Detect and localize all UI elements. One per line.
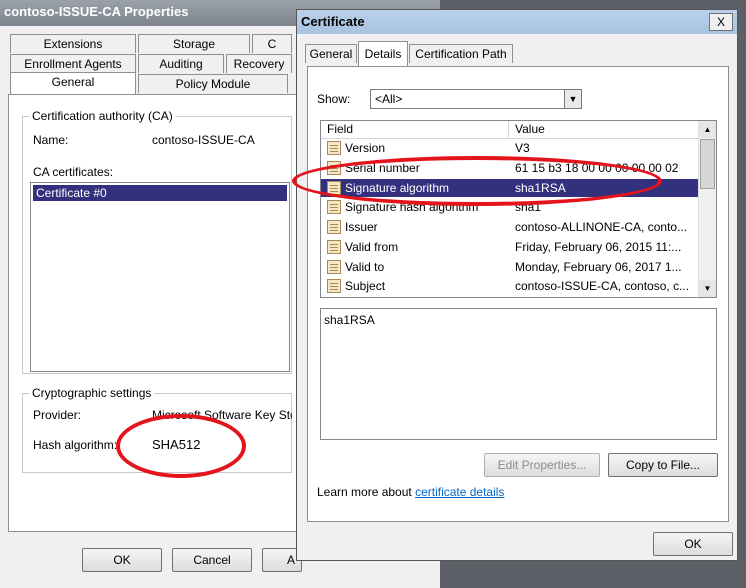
certificate-field-icon xyxy=(327,141,341,155)
field-name: Signature algorithm xyxy=(345,180,450,195)
ca-certificates-list[interactable]: Certificate #0 xyxy=(30,182,290,372)
scroll-up-icon[interactable]: ▲ xyxy=(699,121,716,138)
field-name: Issuer xyxy=(345,220,378,234)
learn-more-prefix: Learn more about xyxy=(317,485,416,499)
chevron-down-icon[interactable]: ▼ xyxy=(564,90,581,108)
scroll-thumb[interactable] xyxy=(700,139,715,189)
table-row[interactable]: Signature hash algorithm sha1 xyxy=(321,198,700,217)
show-label: Show: xyxy=(317,92,351,106)
table-row[interactable]: Serial number 61 15 b3 18 00 00 00 00 00 … xyxy=(321,159,700,178)
field-value: contoso-ALLINONE-CA, conto... xyxy=(515,220,688,234)
certificate-field-icon xyxy=(327,279,341,294)
tab-extensions[interactable]: Extensions xyxy=(10,34,136,53)
tab-certification-path[interactable]: Certification Path xyxy=(409,44,513,63)
show-dropdown[interactable]: <All> ▼ xyxy=(370,89,582,109)
provider-label: Provider: xyxy=(33,408,82,422)
certificate-dialog: Certificate X General Details Certificat… xyxy=(296,9,738,561)
tab-storage[interactable]: Storage xyxy=(138,34,250,53)
tab-recovery[interactable]: Recovery xyxy=(226,54,292,73)
table-row[interactable]: Issuer contoso-ALLINONE-CA, conto... xyxy=(321,218,700,237)
fields-list[interactable]: Field Value Version V3 Serial number 61 15 … xyxy=(320,120,717,298)
table-row[interactable]: Version V3 xyxy=(321,139,700,158)
field-name: Signature hash algorithm xyxy=(345,200,479,215)
rows-container: Version V3 Serial number 61 15 b3 18 00 00 … xyxy=(321,139,700,297)
hash-algorithm-label: Hash algorithm: xyxy=(33,438,118,452)
name-value: contoso-ISSUE-CA xyxy=(152,133,255,147)
field-value: sha1 xyxy=(515,200,542,215)
field-name: Valid from xyxy=(345,239,399,254)
certificate-field-icon xyxy=(327,200,341,215)
certificate-field-icon xyxy=(327,259,341,274)
tab-auditing[interactable]: Auditing xyxy=(138,54,224,73)
certificate-field-icon xyxy=(327,220,341,234)
table-row[interactable]: Valid to Monday, February 06, 2017 1... xyxy=(321,258,700,277)
field-value-box[interactable]: sha1RSA xyxy=(320,308,717,440)
certificate-field-icon xyxy=(327,180,341,195)
list-item[interactable]: Certificate #0 xyxy=(33,185,287,201)
field-name: Valid to xyxy=(345,259,385,274)
details-tab-panel: Show: <All> ▼ Field Value Version V3 Seria… xyxy=(307,66,729,522)
crypto-group-label: Cryptographic settings xyxy=(29,386,155,400)
field-value: Monday, February 06, 2017 1... xyxy=(515,259,682,274)
certificate-field-icon xyxy=(327,160,341,175)
list-header: Field Value xyxy=(321,121,700,139)
field-value: contoso-ISSUE-CA, contoso, c... xyxy=(515,279,690,294)
close-button[interactable]: X xyxy=(709,13,733,31)
tab-policy-module[interactable]: Policy Module xyxy=(138,74,288,93)
tab-general[interactable]: General xyxy=(10,72,136,94)
table-row[interactable]: Subject contoso-ISSUE-CA, contoso, c... xyxy=(321,277,700,296)
ca-certificates-label: CA certificates: xyxy=(33,165,114,179)
ok-button[interactable]: OK xyxy=(82,548,162,572)
field-value: 61 15 b3 18 00 00 00 00 00 02 xyxy=(515,160,679,175)
cancel-button[interactable]: Cancel xyxy=(172,548,252,572)
table-row[interactable]: Valid from Friday, February 06, 2015 11:.… xyxy=(321,238,700,257)
learn-more-text: Learn more about certificate details xyxy=(317,485,504,499)
provider-value: Microsoft Software Key Sto xyxy=(152,408,292,422)
field-value: V3 xyxy=(515,141,530,155)
ca-group-label: Certification authority (CA) xyxy=(29,109,176,123)
certificate-title: Certificate xyxy=(297,10,737,34)
name-label: Name: xyxy=(33,133,69,147)
certificate-details-link[interactable]: certificate details xyxy=(415,485,504,499)
edit-properties-button[interactable]: Edit Properties... xyxy=(484,453,600,477)
hash-algorithm-value: SHA512 xyxy=(152,437,201,452)
field-name: Subject xyxy=(345,279,386,294)
tab-partial-c[interactable]: C xyxy=(252,34,292,53)
field-value: sha1RSA xyxy=(515,180,566,195)
scroll-down-icon[interactable]: ▼ xyxy=(699,280,716,297)
field-value-text: sha1RSA xyxy=(324,313,375,327)
copy-to-file-button[interactable]: Copy to File... xyxy=(608,453,718,477)
vertical-scrollbar[interactable]: ▲ ▼ xyxy=(698,121,716,297)
show-dropdown-value: <All> xyxy=(375,92,403,106)
column-header-field[interactable]: Field xyxy=(321,121,509,138)
column-header-value[interactable]: Value xyxy=(509,121,700,138)
crypto-groupbox xyxy=(22,393,292,473)
tab-enrollment-agents[interactable]: Enrollment Agents xyxy=(10,54,136,73)
ok-button[interactable]: OK xyxy=(653,532,733,556)
field-name: Version xyxy=(345,141,386,155)
field-name: Serial number xyxy=(345,160,420,175)
certificate-field-icon xyxy=(327,239,341,254)
field-value: Friday, February 06, 2015 11:... xyxy=(515,239,682,254)
tab-details[interactable]: Details xyxy=(358,41,408,67)
close-icon: X xyxy=(716,15,725,29)
tab-general[interactable]: General xyxy=(305,44,357,63)
table-row[interactable]: Signature algorithm sha1RSA xyxy=(321,178,700,198)
